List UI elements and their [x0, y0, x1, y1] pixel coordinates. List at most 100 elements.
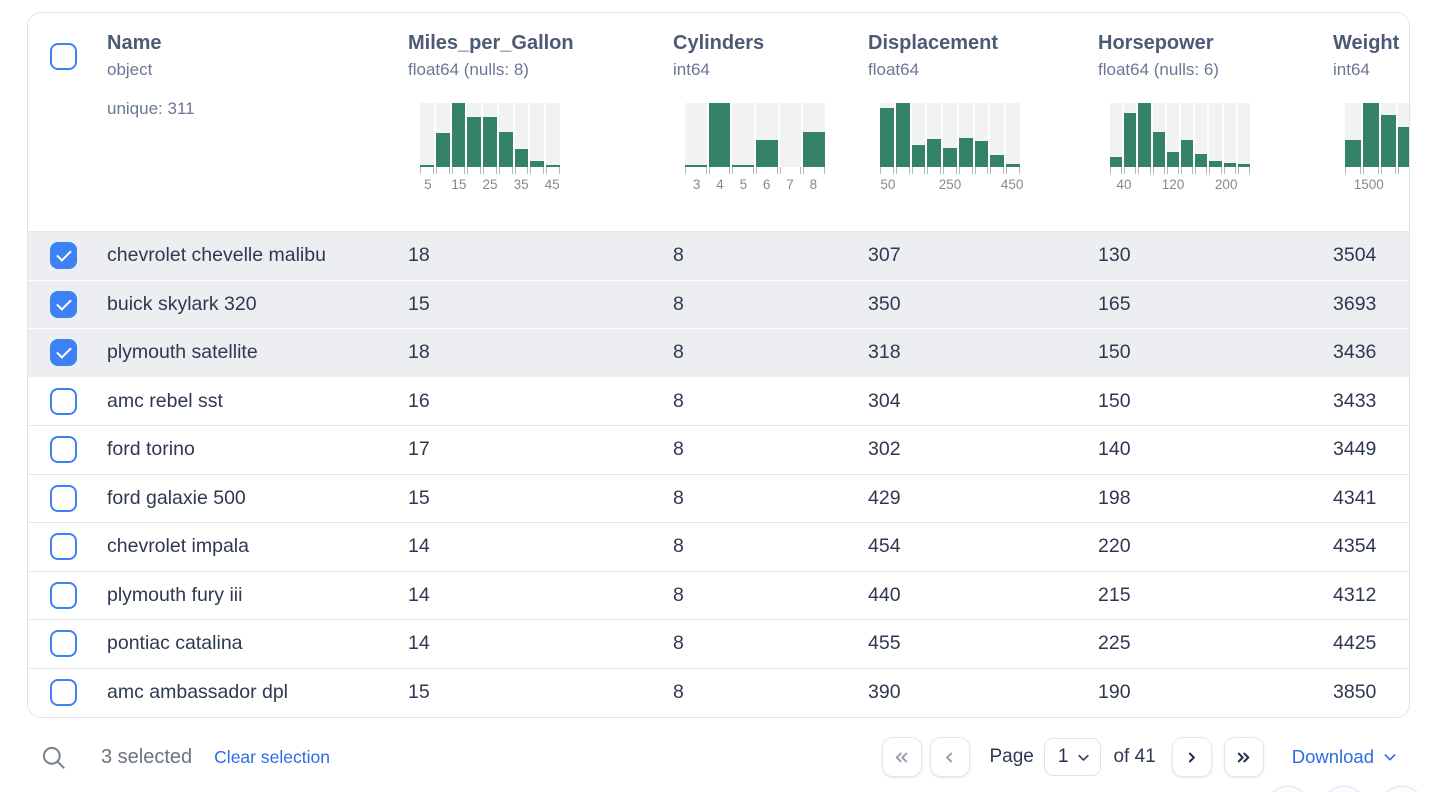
cell-miles-per-gallon: 16 — [400, 390, 665, 413]
row-checkbox-cell — [28, 475, 94, 523]
cell-weight: 3436 — [1325, 341, 1409, 364]
row-checkbox[interactable] — [50, 339, 77, 366]
row-checkbox[interactable] — [50, 436, 77, 463]
displacement-histogram: 50250450 — [880, 103, 1020, 195]
cell-name: chevrolet chevelle malibu — [94, 244, 400, 267]
cell-horsepower: 130 — [1090, 244, 1325, 267]
next-page-button[interactable] — [1172, 737, 1212, 777]
cell-cylinders: 8 — [665, 487, 860, 510]
cell-weight: 3504 — [1325, 244, 1409, 267]
cell-displacement: 440 — [860, 584, 1090, 607]
cell-name: ford galaxie 500 — [94, 487, 400, 510]
cell-name: plymouth satellite — [94, 341, 400, 364]
cell-miles-per-gallon: 18 — [400, 341, 665, 364]
cell-cylinders: 8 — [665, 390, 860, 413]
cell-cylinders: 8 — [665, 341, 860, 364]
select-all-checkbox[interactable] — [50, 43, 77, 70]
mpg-histogram: 515253545 — [420, 103, 560, 195]
table-row[interactable]: chevrolet impala 14 8 454 220 4354 — [28, 523, 1409, 572]
pagination: Page 1 of 41 — [882, 737, 1264, 777]
cell-miles-per-gallon: 14 — [400, 584, 665, 607]
cell-displacement: 350 — [860, 293, 1090, 316]
weight-histogram: 15003500 — [1345, 103, 1410, 195]
cell-weight: 4425 — [1325, 632, 1409, 655]
row-checkbox[interactable] — [50, 533, 77, 560]
row-checkbox-cell — [28, 378, 94, 426]
column-header-weight: Weight int64 15003500 — [1325, 13, 1410, 231]
cell-weight: 3693 — [1325, 293, 1409, 316]
search-icon — [40, 744, 67, 771]
column-dtype: object — [107, 58, 396, 81]
page-select[interactable]: 1 — [1044, 738, 1102, 776]
cell-displacement: 429 — [860, 487, 1090, 510]
download-button[interactable]: Download — [1292, 746, 1398, 768]
column-header-cylinders: Cylinders int64 345678 — [665, 13, 860, 231]
column-title: Horsepower — [1098, 31, 1321, 55]
cell-name: amc ambassador dpl — [94, 681, 400, 704]
table-row[interactable]: plymouth fury iii 14 8 440 215 4312 — [28, 572, 1409, 621]
table-row[interactable]: ford torino 17 8 302 140 3449 — [28, 426, 1409, 475]
table-row[interactable]: amc ambassador dpl 15 8 390 190 3850 — [28, 669, 1409, 718]
chevrons-right-icon — [1234, 748, 1253, 767]
search-button[interactable] — [40, 744, 67, 771]
table-row[interactable]: plymouth satellite 18 8 318 150 3436 — [28, 329, 1409, 378]
row-checkbox-cell — [28, 669, 94, 718]
row-checkbox[interactable] — [50, 679, 77, 706]
table-row[interactable]: chevrolet chevelle malibu 18 8 307 130 3… — [28, 232, 1409, 281]
row-checkbox-cell — [28, 281, 94, 329]
chevrons-left-icon — [892, 748, 911, 767]
column-header-miles-per-gallon: Miles_per_Gallon float64 (nulls: 8) 5152… — [400, 13, 665, 231]
cell-horsepower: 150 — [1090, 390, 1325, 413]
column-dtype: float64 — [868, 58, 1086, 81]
column-dtype: int64 — [673, 58, 856, 81]
data-table-widget: Name object unique: 311 Miles_per_Gallon… — [27, 12, 1410, 718]
row-checkbox[interactable] — [50, 485, 77, 512]
chevron-left-icon — [940, 748, 959, 767]
cell-weight: 3433 — [1325, 390, 1409, 413]
cell-cylinders: 8 — [665, 293, 860, 316]
row-checkbox[interactable] — [50, 291, 77, 318]
row-checkbox[interactable] — [50, 388, 77, 415]
cell-displacement: 304 — [860, 390, 1090, 413]
cell-horsepower: 165 — [1090, 293, 1325, 316]
cell-miles-per-gallon: 14 — [400, 632, 665, 655]
cell-cylinders: 8 — [665, 632, 860, 655]
cell-weight: 4341 — [1325, 487, 1409, 510]
cell-displacement: 307 — [860, 244, 1090, 267]
clear-selection-link[interactable]: Clear selection — [214, 747, 330, 768]
cell-weight: 4354 — [1325, 535, 1409, 558]
cell-displacement: 390 — [860, 681, 1090, 704]
prev-page-button[interactable] — [930, 737, 970, 777]
cell-miles-per-gallon: 15 — [400, 681, 665, 704]
column-header-displacement: Displacement float64 50250450 — [860, 13, 1090, 231]
page-count-label: of 41 — [1113, 746, 1155, 768]
row-checkbox-cell — [28, 329, 94, 377]
table-row[interactable]: ford galaxie 500 15 8 429 198 4341 — [28, 475, 1409, 524]
table-row[interactable]: amc rebel sst 16 8 304 150 3433 — [28, 378, 1409, 427]
screen: Name object unique: 311 Miles_per_Gallon… — [0, 0, 1436, 792]
column-dtype: float64 (nulls: 6) — [1098, 58, 1321, 81]
cell-miles-per-gallon: 18 — [400, 244, 665, 267]
selected-count: 3 selected — [101, 746, 192, 769]
cell-miles-per-gallon: 15 — [400, 293, 665, 316]
cell-displacement: 455 — [860, 632, 1090, 655]
cell-cylinders: 8 — [665, 584, 860, 607]
column-title: Weight — [1333, 31, 1410, 55]
first-page-button[interactable] — [882, 737, 922, 777]
row-checkbox[interactable] — [50, 582, 77, 609]
cell-weight: 3850 — [1325, 681, 1409, 704]
table-row[interactable]: buick skylark 320 15 8 350 165 3693 — [28, 281, 1409, 330]
table-row[interactable]: pontiac catalina 14 8 455 225 4425 — [28, 620, 1409, 669]
chevron-down-icon — [1382, 749, 1398, 765]
chevron-down-icon — [1076, 750, 1091, 765]
cell-horsepower: 140 — [1090, 438, 1325, 461]
table-body: chevrolet chevelle malibu 18 8 307 130 3… — [28, 232, 1409, 717]
cell-horsepower: 198 — [1090, 487, 1325, 510]
cell-name: ford torino — [94, 438, 400, 461]
cell-name: buick skylark 320 — [94, 293, 400, 316]
row-checkbox[interactable] — [50, 242, 77, 269]
last-page-button[interactable] — [1224, 737, 1264, 777]
row-checkbox[interactable] — [50, 630, 77, 657]
cell-miles-per-gallon: 17 — [400, 438, 665, 461]
download-label: Download — [1292, 746, 1374, 768]
